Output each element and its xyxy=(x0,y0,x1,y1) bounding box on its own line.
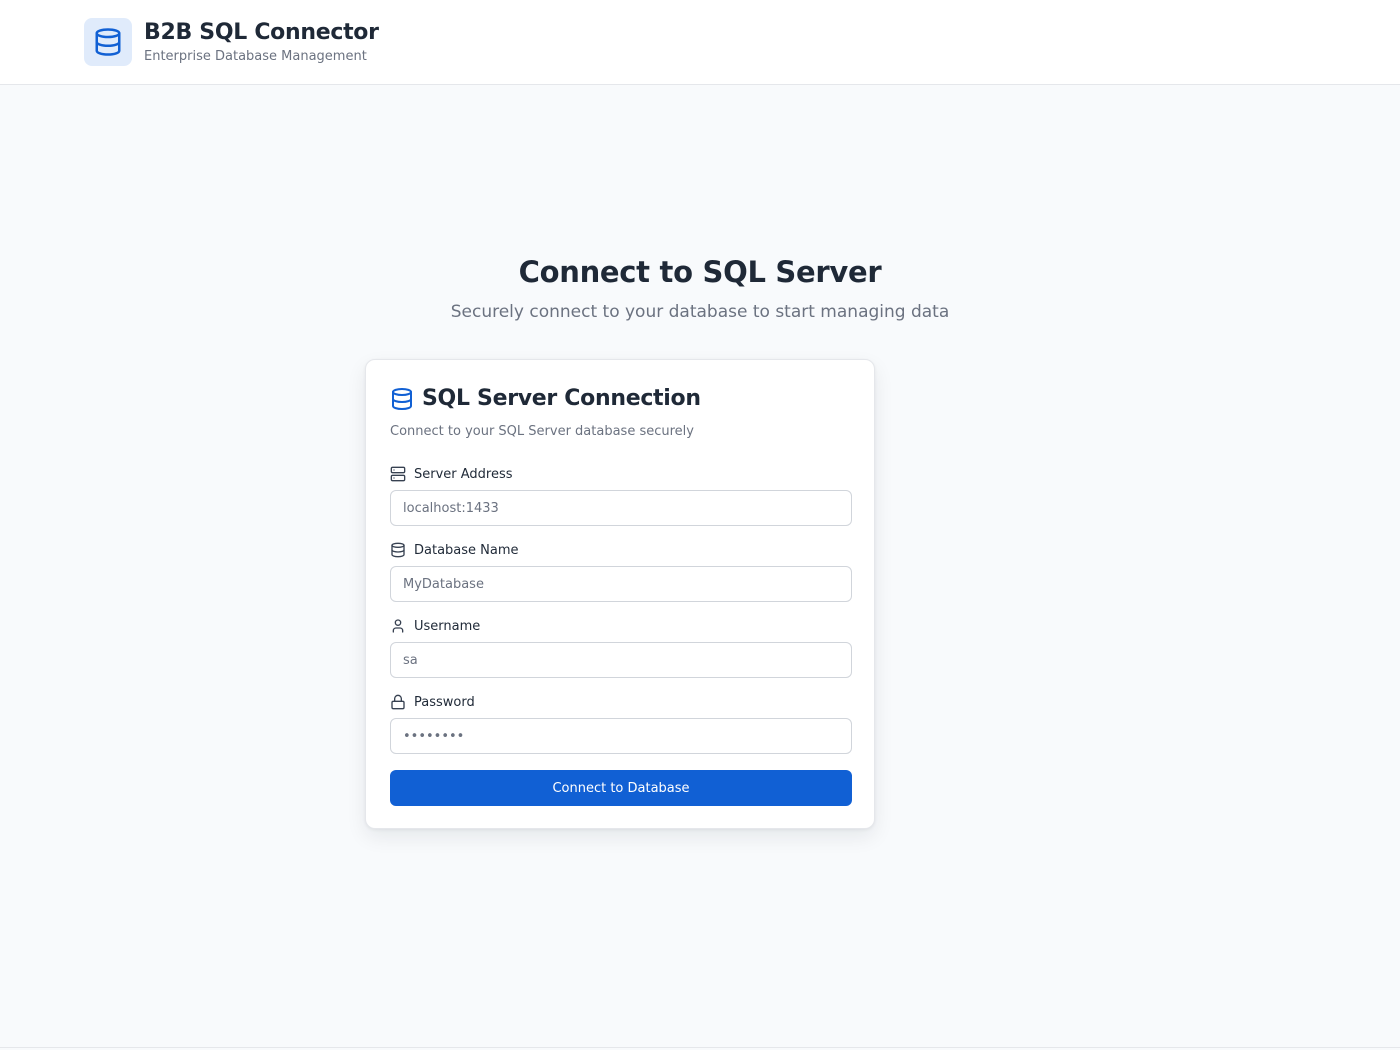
server-address-label: Server Address xyxy=(414,466,513,482)
database-name-label: Database Name xyxy=(414,542,519,558)
brand: B2B SQL Connector Enterprise Database Ma… xyxy=(84,18,379,66)
card-title: SQL Server Connection xyxy=(422,386,701,411)
app-title: B2B SQL Connector xyxy=(144,19,379,45)
hero: Connect to SQL Server Securely connect t… xyxy=(0,252,1400,324)
database-icon xyxy=(390,542,406,558)
user-icon xyxy=(390,618,406,634)
connection-card: SQL Server Connection Connect to your SQ… xyxy=(365,359,875,829)
app-subtitle: Enterprise Database Management xyxy=(144,48,367,64)
connect-button[interactable]: Connect to Database xyxy=(390,770,852,806)
app-header: B2B SQL Connector Enterprise Database Ma… xyxy=(0,0,1400,85)
password-label: Password xyxy=(414,694,475,710)
server-icon xyxy=(390,466,406,482)
database-icon xyxy=(93,27,123,57)
card-header: SQL Server Connection xyxy=(390,386,701,411)
page-subtitle: Securely connect to your database to sta… xyxy=(450,302,950,322)
password-field: Password xyxy=(390,693,852,754)
footer-divider xyxy=(0,1047,1400,1048)
page-title: Connect to SQL Server xyxy=(518,255,882,289)
server-address-field: Server Address xyxy=(390,465,852,526)
card-description: Connect to your SQL Server database secu… xyxy=(390,424,694,439)
database-name-field: Database Name xyxy=(390,541,852,602)
database-icon xyxy=(390,387,414,411)
password-input[interactable] xyxy=(390,718,852,754)
lock-icon xyxy=(390,694,406,710)
username-field: Username xyxy=(390,617,852,678)
username-label: Username xyxy=(414,618,481,634)
username-input[interactable] xyxy=(390,642,852,678)
database-name-input[interactable] xyxy=(390,566,852,602)
logo xyxy=(84,18,132,66)
server-address-input[interactable] xyxy=(390,490,852,526)
